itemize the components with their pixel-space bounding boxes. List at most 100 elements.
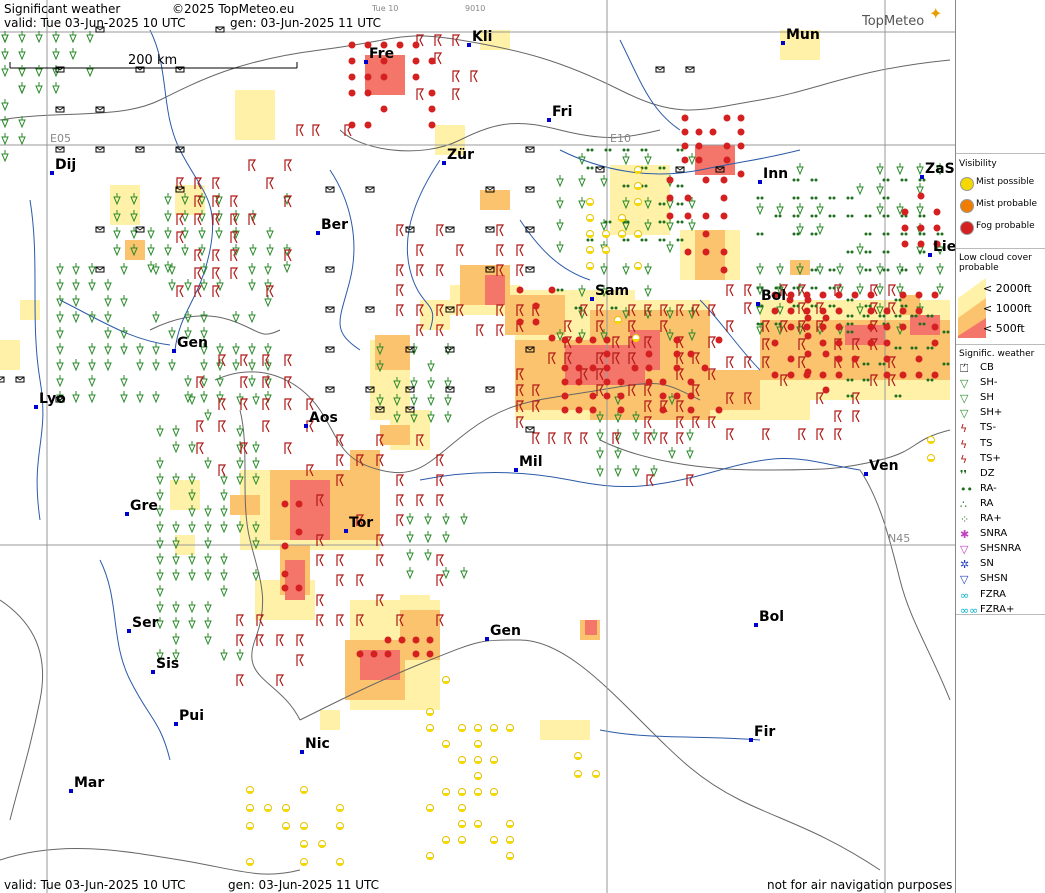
mist-symbol	[927, 454, 935, 462]
fog-symbol	[364, 73, 372, 81]
weather-map[interactable]: E05 E10 N45 200 km Fre Kli Mun Fri Dij Zür Inn…	[0, 0, 955, 893]
mist-symbol	[474, 820, 482, 828]
grid-label-e05: E05	[50, 132, 71, 145]
sigwx-label: FZRA+	[980, 603, 1015, 615]
fog-symbol	[575, 364, 583, 372]
fog-symbol	[548, 334, 556, 342]
fog-symbol	[835, 339, 843, 347]
scale-label: 200 km	[128, 53, 177, 68]
fog-symbol	[803, 323, 811, 331]
lowcloud-label: < 2000ft	[983, 282, 1032, 295]
fog-symbol	[835, 307, 843, 315]
sigwx-label: SH+	[980, 407, 1003, 419]
fog-symbol	[883, 323, 891, 331]
city-marker: ZaS	[920, 161, 955, 179]
fog-symbol	[804, 332, 812, 340]
fog-symbol	[822, 350, 830, 358]
city-marker: Gen	[172, 335, 208, 353]
sigwx-label: RA+	[980, 513, 1002, 524]
city-marker: Ven	[864, 458, 899, 476]
city-marker: Sam	[590, 283, 629, 301]
fog-symbol	[428, 89, 436, 97]
fog-symbol	[516, 286, 524, 294]
lowcloud-title: Low cloud cover probable	[959, 253, 1032, 273]
svg-text:Lyo: Lyo	[39, 391, 66, 407]
fog-symbol	[673, 336, 681, 344]
city-marker: Gen	[485, 623, 521, 641]
fog-symbol	[384, 650, 392, 658]
fog-symbol	[561, 406, 569, 414]
drizzle-icon: ❜❜	[960, 467, 968, 481]
thunderstorm-heavy-icon: ϟ	[960, 452, 968, 466]
shower-icon: ▽	[960, 392, 969, 406]
faint-day: Tue 10	[372, 4, 399, 13]
mist-symbol	[458, 836, 466, 844]
fog-symbol	[348, 73, 356, 81]
thunderstorm-icon: ϟ	[960, 437, 968, 451]
fog-symbol	[709, 128, 717, 136]
mist-symbol	[442, 740, 450, 748]
svg-text:Fir: Fir	[754, 724, 775, 740]
fog-symbol	[867, 339, 875, 347]
fog-symbol	[666, 212, 674, 220]
sigwx-label: SH	[980, 392, 994, 404]
city-marker: Zür	[442, 147, 474, 165]
mist-symbol	[458, 724, 466, 732]
fog-symbol	[370, 650, 378, 658]
fog-symbol	[899, 291, 907, 299]
svg-text:Inn: Inn	[763, 166, 788, 182]
fog-symbol	[819, 307, 827, 315]
city-marker: Pui	[174, 708, 204, 726]
svg-text:Sis: Sis	[156, 656, 179, 672]
city-marker: Ber	[316, 217, 348, 235]
fog-symbol	[666, 176, 674, 184]
fog-symbol	[915, 355, 923, 363]
fog-symbol	[819, 371, 827, 379]
svg-text:Ber: Ber	[321, 217, 348, 233]
mist-symbol	[458, 756, 466, 764]
mist-symbol	[474, 756, 482, 764]
fog-symbol	[412, 57, 420, 65]
mist-symbol	[634, 262, 642, 270]
fog-symbol	[684, 248, 692, 256]
fog-symbol	[681, 156, 689, 164]
fog-symbol	[931, 339, 939, 347]
fog-symbol	[867, 291, 875, 299]
fog-symbol	[659, 392, 667, 400]
mist-symbol	[490, 756, 498, 764]
mist-symbol	[246, 822, 254, 830]
fog-symbol	[673, 350, 681, 358]
fog-symbol	[617, 406, 625, 414]
mist-symbol	[458, 804, 466, 812]
sigwx-label: SHSN	[980, 573, 1008, 585]
mist-symbol	[586, 198, 594, 206]
mist-symbol	[246, 786, 254, 794]
fog-symbol	[617, 378, 625, 386]
fog-symbol	[645, 350, 653, 358]
fog-symbol	[901, 208, 909, 216]
mist-symbol	[602, 246, 610, 254]
fog-symbol	[822, 314, 830, 322]
fog-symbol	[715, 406, 723, 414]
sigwx-label: FZRA	[980, 588, 1006, 600]
fog-symbol	[684, 194, 692, 202]
fog-symbol	[681, 114, 689, 122]
city-marker: Nic	[300, 736, 330, 754]
city-marker: Mun	[781, 27, 820, 45]
fog-symbol	[702, 176, 710, 184]
city-marker: Lyo	[34, 391, 66, 409]
fog-symbol	[883, 307, 891, 315]
sigwx-label: SHSNRA	[980, 543, 1022, 555]
mist-symbol	[300, 822, 308, 830]
fog-symbol	[428, 57, 436, 65]
city-marker: Mar	[69, 775, 104, 793]
mist-symbol	[506, 852, 514, 860]
city-marker: Gre	[125, 498, 158, 516]
fog-symbol	[428, 121, 436, 129]
svg-text:Ser: Ser	[132, 615, 159, 631]
mist-symbol	[426, 852, 434, 860]
fog-symbol	[281, 584, 289, 592]
fog-symbol	[701, 364, 709, 372]
fog-symbol	[804, 296, 812, 304]
city-marker: Fre	[364, 46, 394, 64]
